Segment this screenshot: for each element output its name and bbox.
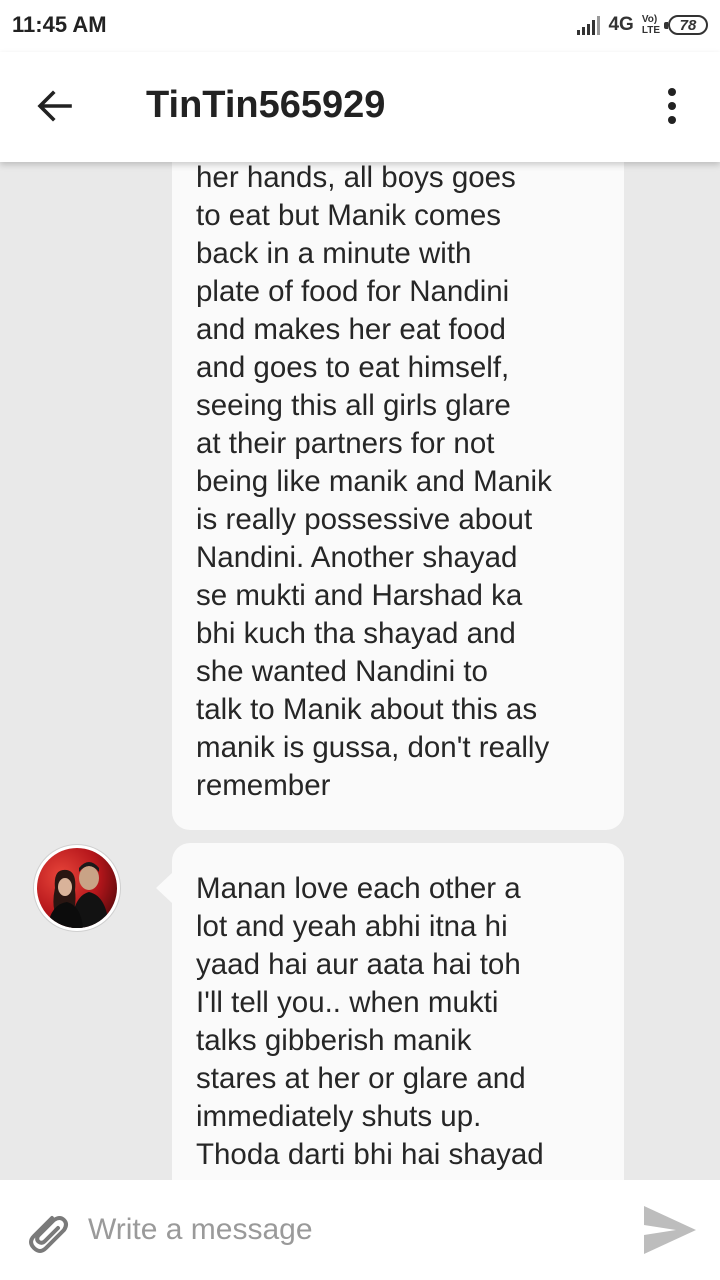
avatar[interactable] <box>34 845 120 931</box>
arrow-left-icon[interactable] <box>26 78 82 134</box>
send-icon[interactable] <box>640 1202 700 1258</box>
battery-level: 78 <box>679 16 697 34</box>
app-bar: TinTin565929 <box>0 52 720 162</box>
message-bubble: Manan love each other a lot and yeah abh… <box>172 843 624 1180</box>
composer <box>0 1180 720 1280</box>
status-icons: 4G Vo) LTE 78 <box>577 10 708 40</box>
status-time: 11:45 AM <box>12 12 107 37</box>
bubble-tail <box>156 872 173 904</box>
message-list[interactable]: her hands, all boys goes to eat but Mani… <box>0 162 720 1180</box>
status-bar: 11:45 AM 4G Vo) LTE 78 <box>0 0 720 52</box>
network-type: 4G <box>608 14 634 35</box>
paperclip-icon[interactable] <box>18 1204 74 1260</box>
signal-icon <box>577 15 601 35</box>
message-input[interactable] <box>88 1204 608 1256</box>
volte-icon: Vo) LTE <box>641 14 660 36</box>
battery-icon: 78 <box>664 15 708 35</box>
conversation-title: TinTin565929 <box>146 84 386 126</box>
more-vert-icon[interactable] <box>648 78 696 134</box>
avatar-photo <box>37 848 117 928</box>
message-bubble: her hands, all boys goes to eat but Mani… <box>172 162 624 830</box>
